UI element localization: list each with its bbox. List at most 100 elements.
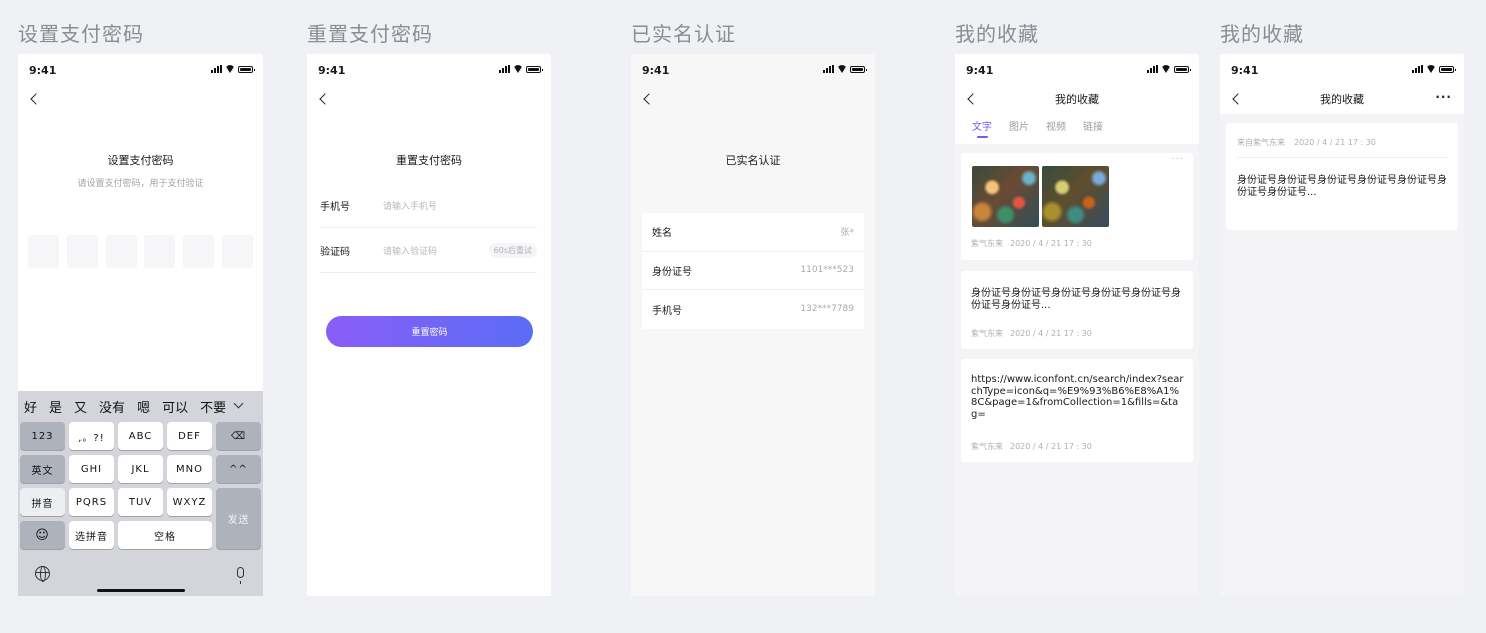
signal-icon [499, 65, 510, 73]
candidate[interactable]: 可以 [162, 397, 188, 416]
pin-input[interactable] [28, 235, 253, 268]
status-time: 9:41 [318, 64, 346, 77]
key-pqrs[interactable]: PQRS [69, 488, 114, 516]
phone-row: 手机号 请输入手机号 [320, 184, 537, 228]
key-pinyin[interactable]: 拼音 [20, 488, 65, 516]
card-date: 2020 / 4 / 21 17 : 30 [1010, 329, 1092, 338]
signal-icon [1147, 65, 1158, 73]
status-time: 9:41 [29, 64, 57, 77]
favorites-list: ··· 紫气东来 2020 / 4 / 21 17 : 30 身份证号身份证号身份… [955, 144, 1199, 596]
info-row-phone: 手机号 132***7789 [642, 290, 864, 329]
info-label: 手机号 [652, 305, 682, 317]
source-line: 来自紫气东来 2020 / 4 / 21 17 : 30 [1237, 137, 1376, 148]
chevron-down-icon[interactable] [233, 398, 244, 409]
send-button[interactable]: 发送 [216, 488, 261, 549]
favorite-card[interactable]: https://www.iconfont.cn/search/index?sea… [961, 359, 1193, 462]
backspace-icon[interactable]: ⌫ [216, 422, 261, 450]
key-select-pinyin[interactable]: 选拼音 [69, 521, 114, 549]
screen-reset-password: 9:41 重置支付密码 手机号 请输入手机号 验证码 请输入验证码 60s后重试… [307, 54, 551, 596]
status-bar: 9:41 [1231, 64, 1456, 77]
tab-bar: 文字 图片 视频 链接 [972, 118, 1120, 138]
page-title: 重置支付密码 [396, 154, 462, 167]
image-thumbnail[interactable] [1042, 166, 1109, 227]
signal-icon [1412, 65, 1423, 73]
key-mno[interactable]: MNO [167, 455, 212, 483]
screen-favorite-detail: 9:41 我的收藏 ··· 来自紫气东来 2020 / 4 / 21 17 : 3… [1220, 54, 1464, 596]
battery-icon [850, 65, 867, 73]
battery-icon [238, 65, 255, 73]
key-face[interactable]: ^^ [216, 455, 261, 483]
favorite-card[interactable]: 身份证号身份证号身份证号身份证号身份证号身份证号身份证号... 紫气东来 2020… [961, 271, 1193, 349]
signal-icon [211, 65, 222, 73]
more-icon[interactable]: ··· [1171, 154, 1184, 165]
image-thumbnail[interactable] [972, 166, 1039, 227]
pin-box[interactable] [183, 235, 215, 268]
card-link[interactable]: https://www.iconfont.cn/search/index?sea… [971, 374, 1184, 420]
code-label: 验证码 [320, 247, 350, 258]
pin-box[interactable] [105, 235, 137, 268]
wifi-icon [837, 65, 847, 73]
resend-countdown[interactable]: 60s后重试 [488, 243, 537, 258]
candidate-bar: 好 是 又 没有 嗯 可以 不要 [24, 397, 257, 416]
key-punct[interactable]: ,。?! [69, 422, 114, 450]
detail-text: 身份证号身份证号身份证号身份证号身份证号身份证号身份证号... [1237, 175, 1447, 198]
key-english[interactable]: 英文 [20, 455, 65, 483]
tab-links[interactable]: 链接 [1083, 118, 1103, 133]
nav-title: 我的收藏 [1320, 93, 1364, 106]
divider [1237, 157, 1447, 158]
back-icon[interactable] [642, 92, 652, 106]
pin-box[interactable] [221, 235, 253, 268]
emoji-icon[interactable]: ☺ [20, 521, 65, 549]
key-def[interactable]: DEF [167, 422, 212, 450]
wifi-icon [513, 65, 523, 73]
battery-icon [526, 65, 543, 73]
pin-box[interactable] [28, 235, 59, 268]
phone-input[interactable]: 请输入手机号 [383, 199, 537, 212]
info-label: 姓名 [652, 228, 672, 240]
home-indicator [97, 589, 185, 592]
back-icon[interactable] [318, 92, 328, 106]
code-row: 验证码 请输入验证码 60s后重试 [320, 229, 537, 273]
candidate[interactable]: 是 [49, 397, 62, 416]
keyboard: 好 是 又 没有 嗯 可以 不要 123 ,。?! ABC DEF ⌫ 英文 G… [18, 391, 263, 596]
card-author: 紫气东来 [971, 442, 1003, 451]
status-time: 9:41 [966, 64, 994, 77]
space-key[interactable]: 空格 [118, 521, 212, 549]
info-value: 132***7789 [800, 304, 854, 315]
pin-box[interactable] [66, 235, 98, 268]
screen-favorites: 9:41 我的收藏 文字 图片 视频 链接 ··· 紫气东来 2020 / 4 /… [955, 54, 1199, 596]
candidate[interactable]: 又 [74, 397, 87, 416]
candidate[interactable]: 好 [24, 397, 37, 416]
candidate[interactable]: 嗯 [137, 397, 150, 416]
back-icon[interactable] [29, 92, 39, 106]
candidate[interactable]: 没有 [99, 397, 125, 416]
key-abc[interactable]: ABC [118, 422, 163, 450]
code-input[interactable]: 请输入验证码 [383, 244, 489, 257]
key-tuv[interactable]: TUV [118, 488, 163, 516]
favorite-card[interactable]: ··· 紫气东来 2020 / 4 / 21 17 : 30 [961, 153, 1193, 260]
card-meta: 紫气东来 2020 / 4 / 21 17 : 30 [971, 238, 1092, 249]
reset-password-button[interactable]: 重置密码 [326, 316, 533, 347]
info-value: 张* [840, 228, 854, 239]
wifi-icon [225, 65, 235, 73]
candidate[interactable]: 不要 [200, 397, 226, 416]
globe-icon[interactable] [35, 566, 50, 582]
tab-images[interactable]: 图片 [1009, 118, 1029, 133]
status-bar: 9:41 [29, 64, 255, 77]
signal-icon [823, 65, 834, 73]
wifi-icon [1161, 65, 1171, 73]
key-ghi[interactable]: GHI [69, 455, 114, 483]
tab-videos[interactable]: 视频 [1046, 118, 1066, 133]
key-123[interactable]: 123 [20, 422, 65, 450]
status-time: 9:41 [642, 64, 670, 77]
card-date: 2020 / 4 / 21 17 : 30 [1010, 239, 1092, 248]
wifi-icon [1426, 65, 1436, 73]
tab-text[interactable]: 文字 [972, 118, 992, 138]
more-icon[interactable]: ··· [1435, 90, 1452, 104]
pin-box[interactable] [144, 235, 176, 268]
page-subtitle: 请设置支付密码，用于支付验证 [77, 179, 204, 189]
key-wxyz[interactable]: WXYZ [167, 488, 212, 516]
microphone-icon[interactable] [237, 567, 244, 584]
card-date: 2020 / 4 / 21 17 : 30 [1010, 442, 1092, 451]
key-jkl[interactable]: JKL [118, 455, 163, 483]
